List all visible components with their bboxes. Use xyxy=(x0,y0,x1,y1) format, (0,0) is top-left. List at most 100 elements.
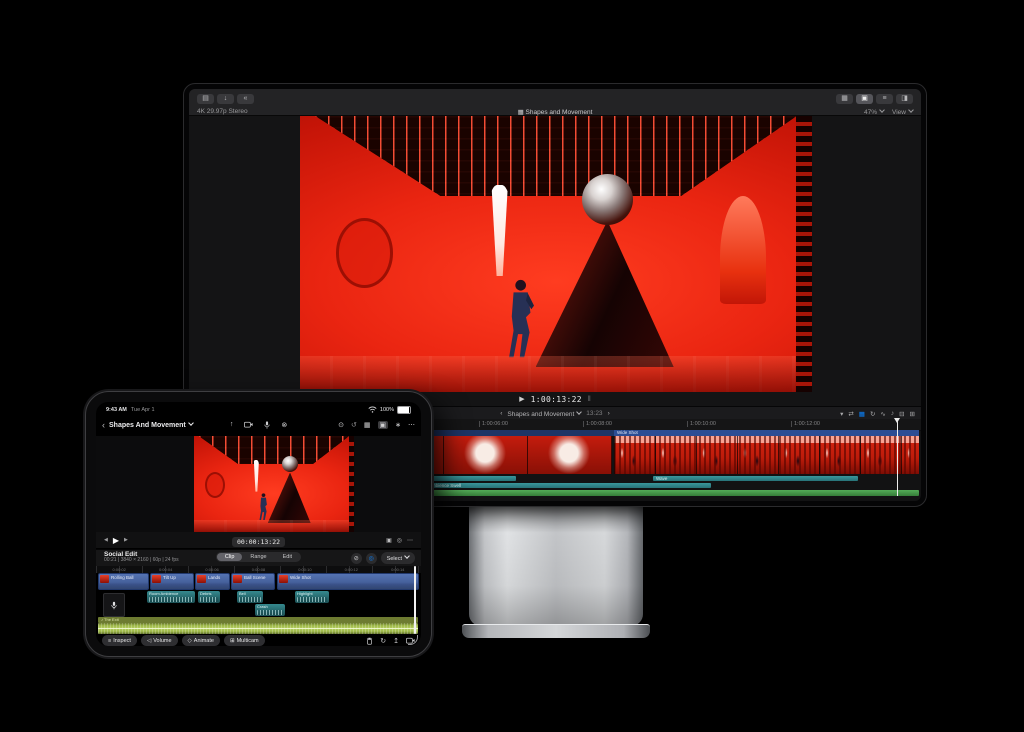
wifi-icon xyxy=(368,406,377,413)
ipad-nav-bar: ‹ Shapes And Movement ↑ ⊗ ⊙ ↺ xyxy=(102,415,415,435)
connect-edit-icon[interactable]: ▦ xyxy=(859,410,865,418)
timeline-playhead[interactable] xyxy=(897,419,898,496)
ipad: 9:43 AM Tue Apr 1 100% ‹ Shapes And Move… xyxy=(85,391,432,657)
scene-porthole xyxy=(336,218,393,287)
scene-film-column xyxy=(349,436,354,532)
scene-light-slot xyxy=(252,460,260,492)
audio-skimming-icon[interactable]: ♪ xyxy=(891,410,894,417)
display-stand-neck xyxy=(469,500,643,626)
video-clip[interactable]: Lands xyxy=(195,573,230,590)
ipad-connected-clips: Room Ambience Debris Bell Crash Highligh… xyxy=(96,591,421,617)
video-clip[interactable]: Rolling Ball xyxy=(98,573,149,590)
audio-clip[interactable]: Debris xyxy=(198,591,220,603)
ruler-tick: 0:00:10 xyxy=(298,567,311,572)
timeline-forward-icon[interactable]: › xyxy=(608,410,610,417)
clip-thumbnail xyxy=(233,575,242,583)
scene-arch-window xyxy=(720,196,766,304)
marketing-scene: ▤ ↓ « ▦ ▣ ≡ ◨ 4K 29.97p Stereo ▦ Shapes … xyxy=(0,0,1024,732)
ipad-timecode: 00:00:13:22 xyxy=(96,531,421,549)
keyframe-icon: ◇ xyxy=(188,638,192,644)
download-icon[interactable]: ↓ xyxy=(217,94,234,104)
scene-film-column xyxy=(796,116,812,392)
loop-playback-icon[interactable]: ↻ xyxy=(870,410,875,418)
scene-dancer xyxy=(257,493,269,521)
jog-wheel-icon[interactable]: ◎ xyxy=(366,553,377,564)
audio-component-wave[interactable]: Wave xyxy=(653,476,858,481)
volume-button[interactable]: ◁ Volume xyxy=(141,635,178,646)
audio-meters-icon[interactable]: ‖ xyxy=(588,396,591,403)
mode-edit[interactable]: Edit xyxy=(275,553,300,561)
index-icon[interactable]: ≡ xyxy=(876,94,893,104)
audio-clip[interactable]: Room Ambience xyxy=(147,591,195,603)
audio-clip[interactable]: Bell xyxy=(237,591,263,603)
scene-sphere xyxy=(282,456,298,472)
trim-icon[interactable]: ⇄ xyxy=(848,410,853,418)
mode-clip[interactable]: Clip xyxy=(217,553,242,561)
timeline-view-icon[interactable]: ▣ xyxy=(856,94,873,104)
scene-porthole xyxy=(205,472,225,498)
inspect-icon: ≡ xyxy=(108,638,111,644)
multicam-icon: ⊞ xyxy=(230,638,235,644)
video-clip[interactable]: Ball Scene xyxy=(231,573,275,590)
video-clip[interactable]: Tilt Up xyxy=(150,573,194,590)
mic-icon[interactable] xyxy=(264,421,270,429)
timeline-back-icon[interactable]: ‹ xyxy=(500,410,502,417)
status-time: 9:43 AM xyxy=(106,407,127,413)
scene-dancer xyxy=(502,279,538,359)
tool-menu-icon[interactable]: ▾ xyxy=(840,410,843,418)
browser-icon[interactable]: ▦ xyxy=(836,94,853,104)
ipad-timeline-ruler[interactable]: 0:00:02 0:00:04 0:00:06 0:00:08 0:00:10 … xyxy=(96,566,421,573)
share-icon[interactable]: ↑ xyxy=(230,421,234,429)
audio-clip[interactable]: Crash xyxy=(255,604,285,616)
clip-wide-shot[interactable] xyxy=(614,436,919,474)
scene-ceiling-lights xyxy=(199,436,349,464)
clip-appearance-icon[interactable]: ⊞ xyxy=(910,410,915,418)
inspect-button[interactable]: ≡ Inspect xyxy=(102,635,137,646)
scene-floor xyxy=(300,356,812,392)
render-icon[interactable]: ↻ xyxy=(380,637,386,645)
import-media-icon[interactable]: ▤ xyxy=(197,94,214,104)
pip-icon[interactable]: ▣ xyxy=(386,537,392,544)
clip-disable-icon[interactable]: ⊘ xyxy=(351,553,362,564)
snapping-icon[interactable]: ⊟ xyxy=(899,410,904,418)
clip-thumbnail xyxy=(279,575,288,583)
viewer-video-frame xyxy=(300,116,812,392)
ipad-bottom-toolbar: ≡ Inspect ◁ Volume ◇ Animate ⊞ Multicam xyxy=(102,635,415,646)
video-clip[interactable]: Wide Shot xyxy=(277,573,419,590)
animate-button[interactable]: ◇ Animate xyxy=(182,635,220,646)
ruler-tick: 0:00:14 xyxy=(391,567,404,572)
record-stop-icon[interactable]: ⊗ xyxy=(281,421,287,429)
timeline-duration: 13:23 xyxy=(586,410,602,417)
camera-icon[interactable] xyxy=(244,421,253,429)
inspector-icon[interactable]: ◨ xyxy=(896,94,913,104)
collapse-browser-icon[interactable]: « xyxy=(237,94,254,104)
project-icon: ▦ xyxy=(518,109,524,116)
export-icon[interactable]: ↥ xyxy=(393,637,399,645)
music-waveform[interactable] xyxy=(98,623,418,634)
mode-range[interactable]: Range xyxy=(242,553,274,561)
ipad-transport-bar: ◀ ▶ ▶ 00:00:13:22 ▣ ◎ ⋯ xyxy=(96,532,421,548)
ipad-fcp-screen: 9:43 AM Tue Apr 1 100% ‹ Shapes And Move… xyxy=(96,402,421,646)
select-button[interactable]: Select xyxy=(381,552,415,564)
skimming-icon[interactable]: ∿ xyxy=(880,410,885,418)
status-date: Tue Apr 1 xyxy=(131,407,155,413)
timeline-name-menu[interactable]: Shapes and Movement xyxy=(507,410,581,418)
audio-clip[interactable]: Highlight xyxy=(295,591,329,603)
voiceover-clip[interactable] xyxy=(103,593,125,617)
more-icon[interactable]: ⋯ xyxy=(407,537,413,544)
multicam-button[interactable]: ⊞ Multicam xyxy=(224,635,265,646)
project-title: ▦ Shapes and Movement xyxy=(189,108,921,116)
scene-pyramid xyxy=(536,221,674,367)
trash-icon[interactable] xyxy=(366,637,373,645)
ipad-primary-storyline: Rolling Ball Tilt Up Lands Ball Scene Wi… xyxy=(96,573,421,591)
ruler-tick: 1:00:12:00 xyxy=(791,421,820,427)
ruler-tick: 0:00:12 xyxy=(345,567,358,572)
ipad-video-frame xyxy=(194,436,354,532)
resize-corner-handle[interactable] xyxy=(408,635,418,645)
loupe-icon[interactable]: ◎ xyxy=(397,537,402,544)
ipad-status-bar: 9:43 AM Tue Apr 1 100% xyxy=(106,404,411,415)
scene-light-slot xyxy=(487,185,513,276)
ipad-playhead[interactable] xyxy=(414,566,416,634)
battery-icon xyxy=(397,406,411,414)
play-button[interactable]: ▶ xyxy=(519,395,524,403)
